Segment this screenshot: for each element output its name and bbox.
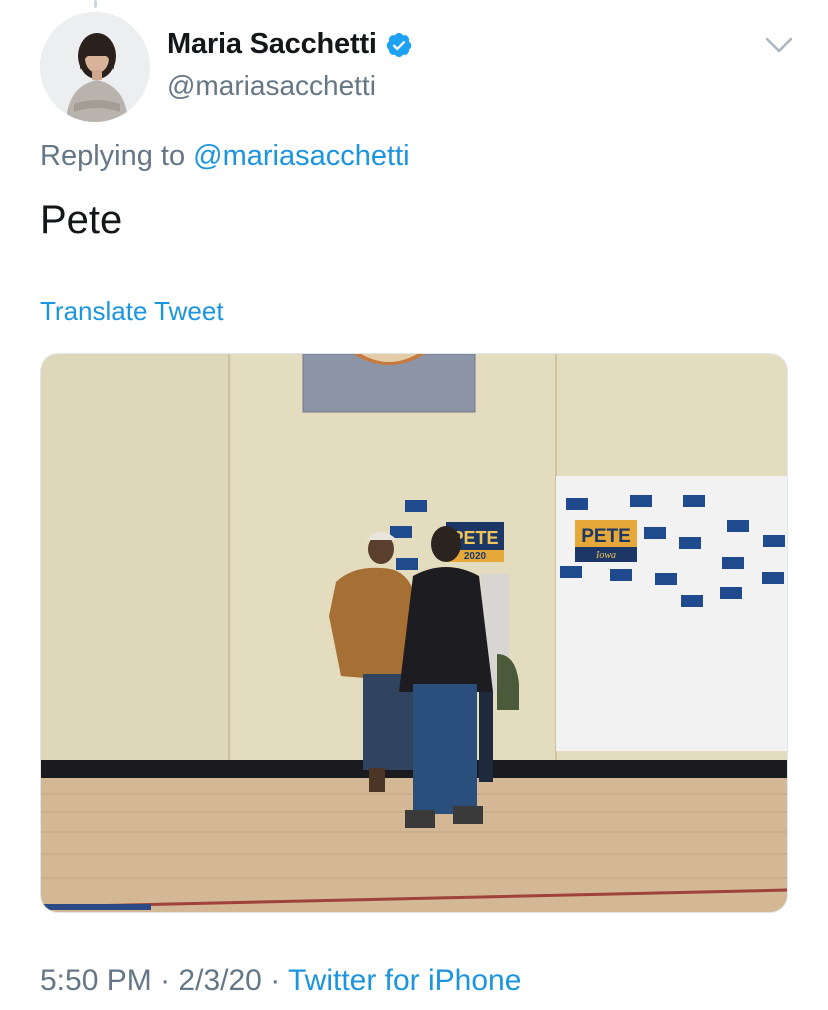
tweet-date[interactable]: 2/3/20: [178, 964, 261, 997]
tweet-time[interactable]: 5:50 PM: [40, 964, 152, 997]
replying-handle-link[interactable]: @mariasacchetti: [193, 140, 409, 172]
display-name[interactable]: Maria Sacchetti: [167, 28, 377, 61]
verified-badge-icon: [386, 32, 412, 57]
replying-to: Replying to @mariasacchetti: [40, 140, 410, 173]
pete-iowa-sign: PETE Iowa: [575, 520, 637, 562]
user-handle[interactable]: @mariasacchetti: [167, 70, 376, 102]
avatar[interactable]: [40, 12, 150, 122]
translate-tweet-link[interactable]: Translate Tweet: [40, 296, 224, 327]
svg-text:2020: 2020: [464, 551, 487, 562]
chevron-down-icon[interactable]: [764, 34, 794, 56]
replying-prefix: Replying to: [40, 140, 186, 172]
svg-text:Iowa: Iowa: [595, 550, 616, 561]
meta-separator: ·: [160, 964, 171, 997]
tweet-photo[interactable]: PETE 2020 PETE Iowa: [40, 353, 788, 913]
tweet-text: Pete: [40, 198, 123, 242]
photo-gym-scene: PETE 2020 PETE Iowa: [41, 354, 787, 912]
thread-connector: [94, 0, 97, 8]
meta-separator-2: ·: [270, 964, 281, 997]
tweet-source-link[interactable]: Twitter for iPhone: [288, 964, 521, 997]
avatar-image: [40, 12, 150, 122]
tweet-meta: 5:50 PM · 2/3/20 · Twitter for iPhone: [40, 964, 521, 998]
svg-text:PETE: PETE: [581, 526, 631, 547]
